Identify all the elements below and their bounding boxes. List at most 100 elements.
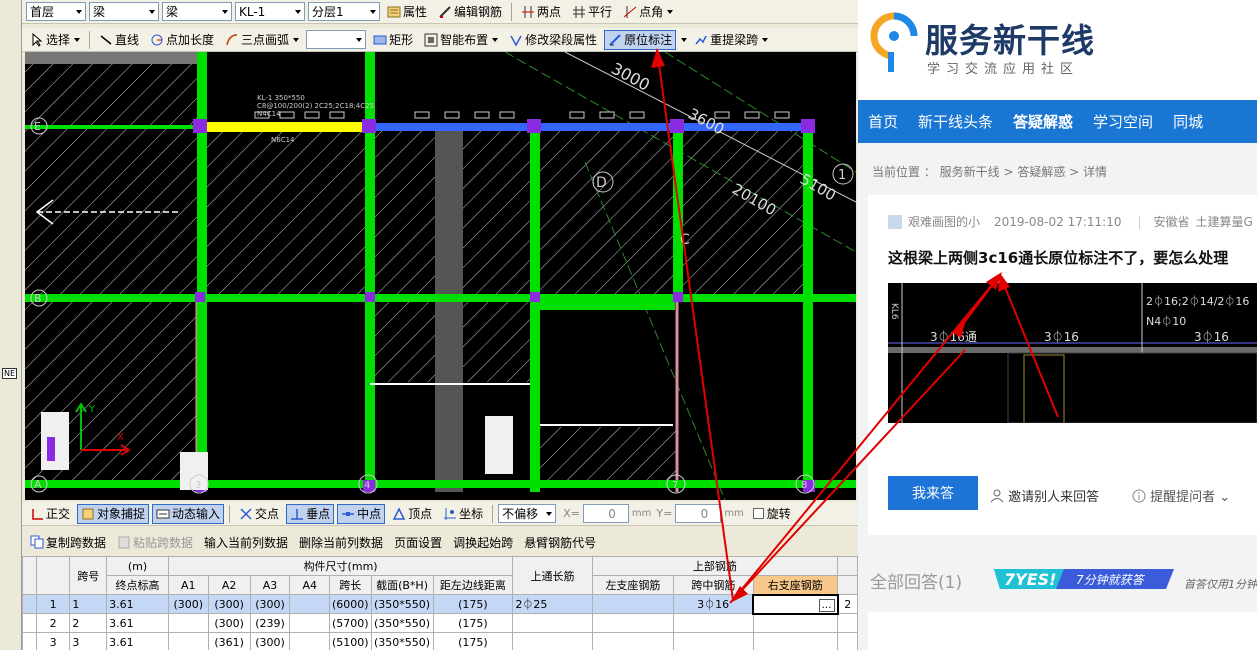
chevron-down-icon[interactable]	[681, 37, 688, 42]
floor-select[interactable]: 首层	[26, 2, 86, 21]
cell-edge-distance[interactable]: (175)	[432, 632, 514, 650]
vertex-snap-button[interactable]: 顶点	[388, 504, 436, 524]
cell-right-support[interactable]	[752, 632, 839, 650]
answer-button[interactable]: 我来答	[888, 476, 978, 510]
swap-start-span-button[interactable]: 调换起始跨	[449, 532, 517, 552]
cell-section[interactable]: (350*550)	[370, 594, 434, 614]
two-point-button[interactable]: 两点	[517, 2, 565, 22]
cell-left-support[interactable]	[591, 613, 675, 633]
cell-section[interactable]: (350*550)	[370, 632, 434, 650]
delete-column-button[interactable]: 删除当前列数据	[295, 532, 387, 552]
cell-mid-span[interactable]: 3⏀16	[673, 594, 754, 614]
midpoint-snap-button[interactable]: 中点	[337, 503, 386, 524]
cell-a2[interactable]: (300)	[207, 613, 251, 633]
cell-left-support[interactable]	[591, 632, 675, 650]
nav-item-headlines[interactable]: 新干线头条	[908, 111, 1003, 132]
cell-a4[interactable]	[289, 632, 330, 650]
cell-span[interactable]: 2	[69, 613, 108, 633]
nav-item-learning[interactable]: 学习空间	[1083, 111, 1163, 132]
cell-a2[interactable]: (361)	[207, 632, 251, 650]
cell-left-support[interactable]	[591, 594, 675, 614]
cell-span-length[interactable]: (5100)	[328, 632, 372, 650]
question-card: 艰难画图的小 2019-08-02 17:11:10 | 安徽省 土建算量G 这…	[868, 195, 1257, 535]
ellipsis-button[interactable]: …	[818, 598, 835, 612]
parallel-button[interactable]: 平行	[568, 2, 616, 22]
point-angle-button[interactable]: 点角	[619, 2, 677, 22]
invite-answer-link[interactable]: 邀请别人来回答	[990, 486, 1099, 505]
x-coordinate-input[interactable]: 0	[582, 504, 629, 523]
modify-span-button[interactable]: 修改梁段属性	[505, 30, 601, 50]
cantilever-label: 悬臂钢筋代号	[524, 535, 597, 550]
cell-mid-span[interactable]	[673, 613, 754, 633]
cell-a1[interactable]	[167, 632, 209, 650]
cell-edge-distance[interactable]: (175)	[432, 594, 514, 614]
cell-a3[interactable]: (239)	[249, 613, 291, 633]
table-row[interactable]: 3 3 3.61 (361) (300) (5100) (350*550) (1…	[22, 632, 858, 650]
coordinate-snap-button[interactable]: 坐标	[439, 504, 487, 524]
cell-elev[interactable]: 3.61	[106, 594, 169, 614]
cell-top-through[interactable]	[512, 613, 593, 633]
copy-span-button[interactable]: 复制跨数据	[26, 532, 110, 552]
cell-elev[interactable]: 3.61	[106, 632, 169, 650]
object-snap-button[interactable]: 对象捕捉	[77, 503, 150, 524]
cell-a3[interactable]: (300)	[249, 632, 291, 650]
y-coordinate-input[interactable]: 0	[675, 504, 722, 523]
remind-asker-link[interactable]: 提醒提问者 ⌄	[1132, 486, 1230, 505]
ortho-button[interactable]: 正交	[26, 504, 74, 524]
edit-rebar-button[interactable]: 编辑钢筋	[434, 2, 506, 22]
smart-layout-button[interactable]: 智能布置	[420, 30, 502, 50]
input-column-button[interactable]: 输入当前列数据	[200, 532, 292, 552]
smart-layout-label: 智能布置	[440, 33, 489, 47]
cell-section[interactable]: (350*550)	[370, 613, 434, 633]
drawing-canvas[interactable]: E B A D C 1 3 4 7 8 3000 3600 20100 5100…	[25, 52, 856, 500]
intersection-snap-button[interactable]: 交点	[235, 504, 283, 524]
rotate-checkbox[interactable]	[752, 508, 764, 519]
line-tool-button[interactable]: 直线	[95, 30, 143, 50]
cell-edge-distance[interactable]: (175)	[432, 613, 514, 633]
perpendicular-snap-button[interactable]: 垂点	[286, 503, 335, 524]
dynamic-input-button[interactable]: 动态输入	[152, 503, 225, 524]
cell-elev[interactable]: 3.61	[106, 613, 169, 633]
cell-a3[interactable]: (300)	[249, 594, 291, 614]
cell-top-through[interactable]: 2⏀25	[512, 594, 593, 614]
cell-a2[interactable]: (300)	[207, 594, 251, 614]
arc-option-select[interactable]	[306, 30, 367, 49]
cell-span-length[interactable]: (6000)	[328, 594, 372, 614]
nav-item-local[interactable]: 同城	[1163, 111, 1213, 132]
table-row[interactable]: 1 1 3.61 (300) (300) (300) (6000) (350*5…	[22, 593, 858, 615]
page-setup-button[interactable]: 页面设置	[390, 532, 446, 552]
image-text: 3⏀16通	[930, 329, 977, 344]
cell-a4[interactable]	[289, 613, 330, 633]
nav-item-home[interactable]: 首页	[858, 111, 908, 132]
properties-button[interactable]: 属性	[383, 2, 431, 22]
nav-item-qa[interactable]: 答疑解惑	[1003, 111, 1083, 132]
in-situ-label-button[interactable]: 原位标注	[604, 29, 677, 50]
subcategory-select[interactable]: 梁	[162, 2, 232, 21]
point-length-button[interactable]: 点加长度	[146, 30, 218, 50]
cell-span[interactable]: 3	[69, 632, 108, 650]
paste-span-button[interactable]: 粘贴跨数据	[113, 532, 197, 552]
rectangle-button[interactable]: 矩形	[369, 30, 417, 50]
cell-a1[interactable]: (300)	[167, 594, 209, 614]
table-row[interactable]: 2 2 3.61 (300) (239) (5700) (350*550) (1…	[22, 613, 858, 633]
component-select[interactable]: KL-1	[235, 2, 305, 21]
cell-span-length[interactable]: (5700)	[328, 613, 372, 633]
offset-mode-select[interactable]: 不偏移	[498, 504, 557, 523]
cell-span[interactable]: 1	[69, 594, 108, 614]
category-select[interactable]: 梁	[89, 2, 159, 21]
cell-top-through[interactable]	[512, 632, 593, 650]
cell-a4[interactable]	[289, 594, 330, 614]
author-name[interactable]: 艰难画图的小	[908, 213, 980, 230]
chevron-down-icon	[293, 37, 300, 42]
cell-mid-span[interactable]	[673, 632, 754, 650]
section-header: 截面(B*H)	[370, 575, 434, 595]
cell-right-support-active[interactable]: …	[752, 593, 839, 615]
cell-a1[interactable]	[167, 613, 209, 633]
cantilever-code-button[interactable]: 悬臂钢筋代号	[520, 532, 600, 552]
three-point-arc-button[interactable]: 三点画弧	[221, 30, 303, 50]
cell-right-support[interactable]	[752, 613, 839, 633]
question-image[interactable]: KL6 2⏀16;2⏀14/2⏀16 N4⏀10 3⏀16通 3⏀16 3⏀16	[888, 283, 1257, 423]
re-extract-span-button[interactable]: 重提梁跨	[690, 30, 772, 50]
select-tool-button[interactable]: 选择	[26, 30, 84, 50]
layer-select[interactable]: 分层1	[308, 2, 380, 21]
